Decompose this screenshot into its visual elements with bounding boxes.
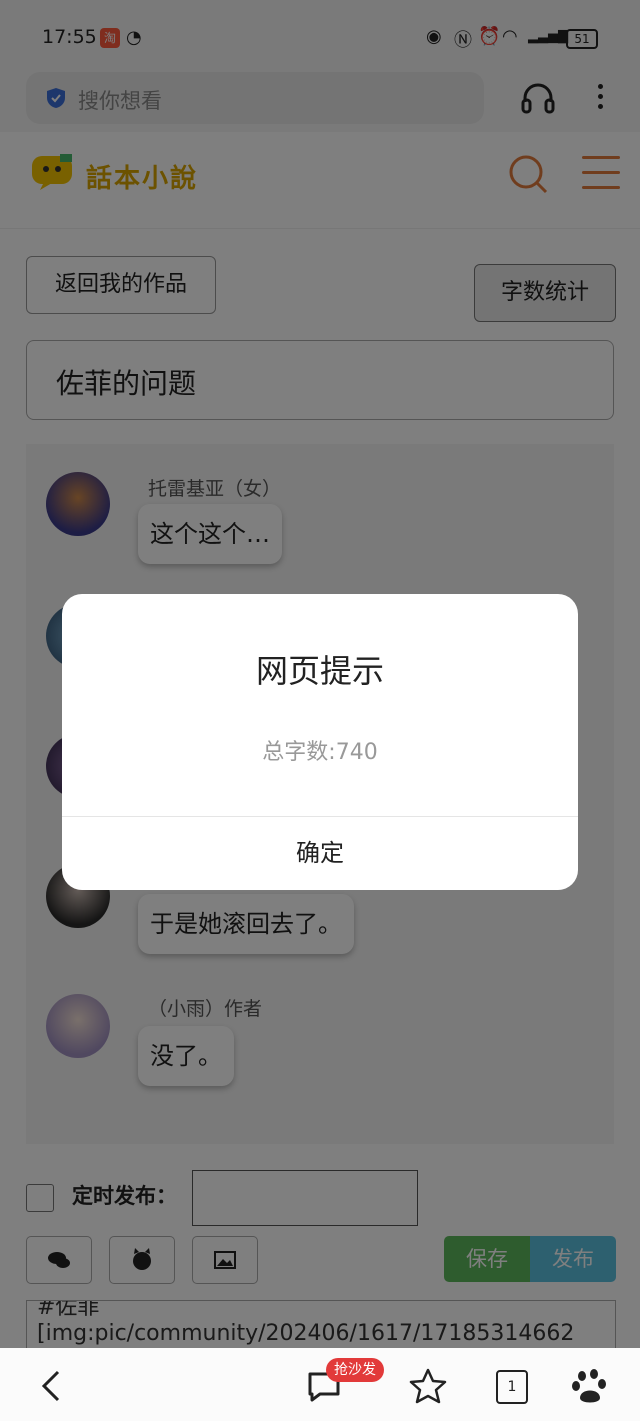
back-arrow-icon[interactable] xyxy=(32,1366,72,1406)
dialog-message: 总字数:740 xyxy=(262,740,378,765)
baidu-paw-icon[interactable] xyxy=(570,1366,610,1406)
comment-badge: 抢沙发 xyxy=(326,1358,384,1382)
tabs-icon[interactable]: 1 xyxy=(496,1370,528,1404)
confirm-button[interactable]: 确定 xyxy=(62,817,578,889)
alert-dialog: 网页提示 总字数:740 确定 xyxy=(62,594,578,890)
star-icon[interactable] xyxy=(408,1366,448,1406)
dialog-title: 网页提示 xyxy=(255,652,384,690)
